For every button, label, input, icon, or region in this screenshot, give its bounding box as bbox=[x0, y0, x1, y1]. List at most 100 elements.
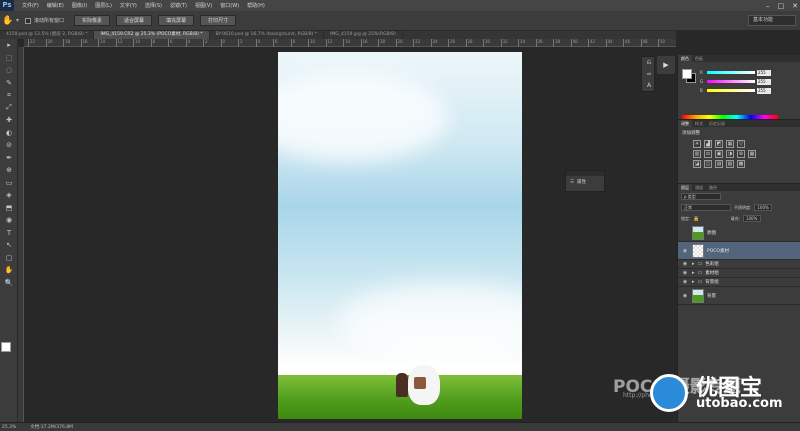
adjustment-icon[interactable]: ▥ bbox=[693, 150, 701, 158]
tab-styles[interactable]: 样式 bbox=[692, 120, 706, 127]
channel-bar[interactable] bbox=[707, 71, 755, 74]
doc-tab[interactable]: BY-0610.psd @ 16.7% (background, RGB/8) … bbox=[210, 31, 325, 39]
tool-icon[interactable]: ✚ bbox=[0, 114, 18, 127]
layer-row[interactable]: 原图 bbox=[678, 224, 800, 242]
doc-tab-active[interactable]: IMG_4159.CR2 @ 25.3% (POCO素材, RGB/8) * bbox=[94, 31, 210, 39]
channel-value[interactable]: 255 bbox=[757, 78, 771, 85]
tool-icon[interactable]: ⊘ bbox=[0, 139, 18, 152]
tool-icon[interactable]: ⊕ bbox=[0, 164, 18, 177]
menu-image[interactable]: 图像(I) bbox=[72, 2, 87, 9]
tab-history[interactable]: 历史记录 bbox=[706, 120, 728, 127]
adjustment-icon[interactable]: ▦ bbox=[726, 140, 734, 148]
tool-icon[interactable]: T bbox=[0, 227, 18, 240]
adjustment-icon[interactable]: ⚖ bbox=[704, 150, 712, 158]
adjustment-icon[interactable]: ▦ bbox=[748, 150, 756, 158]
blend-mode-select[interactable]: 正常 bbox=[681, 204, 731, 211]
channel-value[interactable]: 255 bbox=[757, 69, 771, 76]
menu-type[interactable]: 文字(Y) bbox=[120, 2, 137, 9]
layer-row[interactable]: ◉ 背景 bbox=[678, 287, 800, 305]
layer-group-row[interactable]: ◉ ▸ ▭ 素材组 bbox=[678, 269, 800, 278]
tool-icon[interactable]: ✎ bbox=[0, 77, 18, 90]
tool-icon[interactable]: ▢ bbox=[0, 252, 18, 265]
tool-icon[interactable]: ▸ bbox=[0, 39, 18, 52]
menu-edit[interactable]: 编辑(E) bbox=[47, 2, 64, 9]
tool-icon[interactable]: ◌ bbox=[0, 64, 18, 77]
chevron-right-icon[interactable]: ▸ bbox=[692, 279, 695, 285]
ruler-horizontal[interactable]: 22 20 18 16 14 12 10 8 6 4 2 0 2 4 6 8 10 12 14 16 18 20 22 24 2… bbox=[24, 39, 676, 47]
tab-layers[interactable]: 图层 bbox=[678, 184, 692, 191]
color-slider-g[interactable]: G 255 bbox=[700, 78, 800, 85]
color-slider-b[interactable]: B 255 bbox=[700, 87, 800, 94]
fit-screen-button[interactable]: 适合屏幕 bbox=[116, 15, 153, 26]
tool-icon[interactable]: ⬒ bbox=[0, 202, 18, 215]
tool-icon[interactable]: ↖ bbox=[0, 239, 18, 252]
actual-pixels-button[interactable]: 实际像素 bbox=[74, 15, 111, 26]
menu-help[interactable]: 帮助(H) bbox=[247, 2, 265, 9]
opacity-input[interactable]: 100% bbox=[754, 204, 773, 211]
chevron-right-icon[interactable]: ▸ bbox=[692, 270, 695, 276]
adjustment-icon[interactable]: ◪ bbox=[693, 160, 701, 168]
close-button[interactable]: ✕ bbox=[792, 2, 798, 10]
hand-tool-icon[interactable]: ✋ bbox=[0, 16, 16, 26]
adjustment-icon[interactable]: ☀ bbox=[693, 140, 701, 148]
tab-swatches[interactable]: 色板 bbox=[692, 55, 706, 62]
menu-layer[interactable]: 图层(L) bbox=[95, 2, 112, 9]
eye-icon[interactable]: ◉ bbox=[681, 293, 689, 299]
adjustment-icon[interactable]: ◫ bbox=[704, 160, 712, 168]
minimize-button[interactable]: – bbox=[766, 2, 770, 10]
menu-select[interactable]: 选择(S) bbox=[145, 2, 162, 9]
lock-icon[interactable]: 🔒 bbox=[693, 216, 699, 222]
tool-icon[interactable]: ◐ bbox=[0, 127, 18, 140]
adjustment-icon[interactable]: ▨ bbox=[715, 160, 723, 168]
adjustment-icon[interactable]: ▧ bbox=[726, 160, 734, 168]
eye-icon[interactable]: ◉ bbox=[681, 261, 689, 267]
menu-filter[interactable]: 滤镜(T) bbox=[170, 2, 187, 9]
brush-preset-icon[interactable]: ✑ bbox=[643, 69, 655, 79]
adjustment-icon[interactable]: ▩ bbox=[737, 160, 745, 168]
eye-icon[interactable]: ◉ bbox=[681, 279, 689, 285]
scroll-all-checkbox[interactable] bbox=[25, 17, 32, 24]
doc-tab[interactable]: 4159.psd @ 12.5% (图层 2, RGB/8) * bbox=[0, 31, 95, 39]
zoom-level[interactable]: 25.3% bbox=[2, 423, 16, 431]
tab-paths[interactable]: 路径 bbox=[706, 184, 720, 191]
foreground-color[interactable] bbox=[1, 342, 11, 352]
adjustment-icon[interactable]: ▣ bbox=[715, 150, 723, 158]
tab-color[interactable]: 颜色 bbox=[678, 55, 692, 62]
tool-icon[interactable]: ✋ bbox=[0, 264, 18, 277]
fill-input[interactable]: 100% bbox=[742, 215, 761, 222]
doc-tab[interactable]: IMG_4159.jpg @ 25%(RGB/8) bbox=[324, 31, 403, 39]
play-icon[interactable]: ▶ bbox=[657, 56, 675, 74]
color-slider-r[interactable]: R 255 bbox=[700, 69, 800, 76]
history-icon[interactable]: ⎌ bbox=[643, 58, 655, 68]
adjustment-icon[interactable]: ⊛ bbox=[737, 150, 745, 158]
tool-icon[interactable]: ⤢ bbox=[0, 102, 18, 115]
tool-icon[interactable]: ⌗ bbox=[0, 89, 18, 102]
channel-bar[interactable] bbox=[707, 80, 755, 83]
tool-preset-dropdown[interactable]: ▾ bbox=[16, 17, 19, 24]
adjustment-icon[interactable]: ▟ bbox=[704, 140, 712, 148]
tool-icon[interactable]: 🔍 bbox=[0, 277, 18, 290]
tool-icon[interactable]: ◉ bbox=[0, 214, 18, 227]
layer-group-row[interactable]: ◉ ▸ ▭ 背景组 bbox=[678, 278, 800, 287]
tab-adjustments[interactable]: 调整 bbox=[678, 120, 692, 127]
menu-window[interactable]: 窗口(W) bbox=[220, 2, 239, 9]
tool-icon[interactable]: ◈ bbox=[0, 189, 18, 202]
print-size-button[interactable]: 打印尺寸 bbox=[200, 15, 237, 26]
adjustment-icon[interactable]: ◩ bbox=[715, 140, 723, 148]
tool-icon[interactable]: ▭ bbox=[0, 177, 18, 190]
maximize-button[interactable]: □ bbox=[778, 2, 785, 10]
channel-bar[interactable] bbox=[707, 89, 755, 92]
tool-icon[interactable]: ⬚ bbox=[0, 52, 18, 65]
adjustment-icon[interactable]: ▽ bbox=[737, 140, 745, 148]
adjustment-icon[interactable]: ◑ bbox=[726, 150, 734, 158]
layer-row[interactable]: ◉ POCO素材 bbox=[678, 242, 800, 260]
layer-group-row[interactable]: ◉ ▸ ▭ 色彩组 bbox=[678, 260, 800, 269]
canvas-area[interactable] bbox=[24, 47, 676, 422]
color-swatches[interactable] bbox=[1, 342, 17, 358]
menu-view[interactable]: 视图(V) bbox=[195, 2, 212, 9]
chevron-right-icon[interactable]: ▸ bbox=[692, 261, 695, 267]
menu-file[interactable]: 文件(F) bbox=[22, 2, 39, 9]
tool-icon[interactable]: ✒ bbox=[0, 152, 18, 165]
eye-icon[interactable]: ◉ bbox=[681, 248, 689, 254]
fill-screen-button[interactable]: 填充屏幕 bbox=[158, 15, 195, 26]
